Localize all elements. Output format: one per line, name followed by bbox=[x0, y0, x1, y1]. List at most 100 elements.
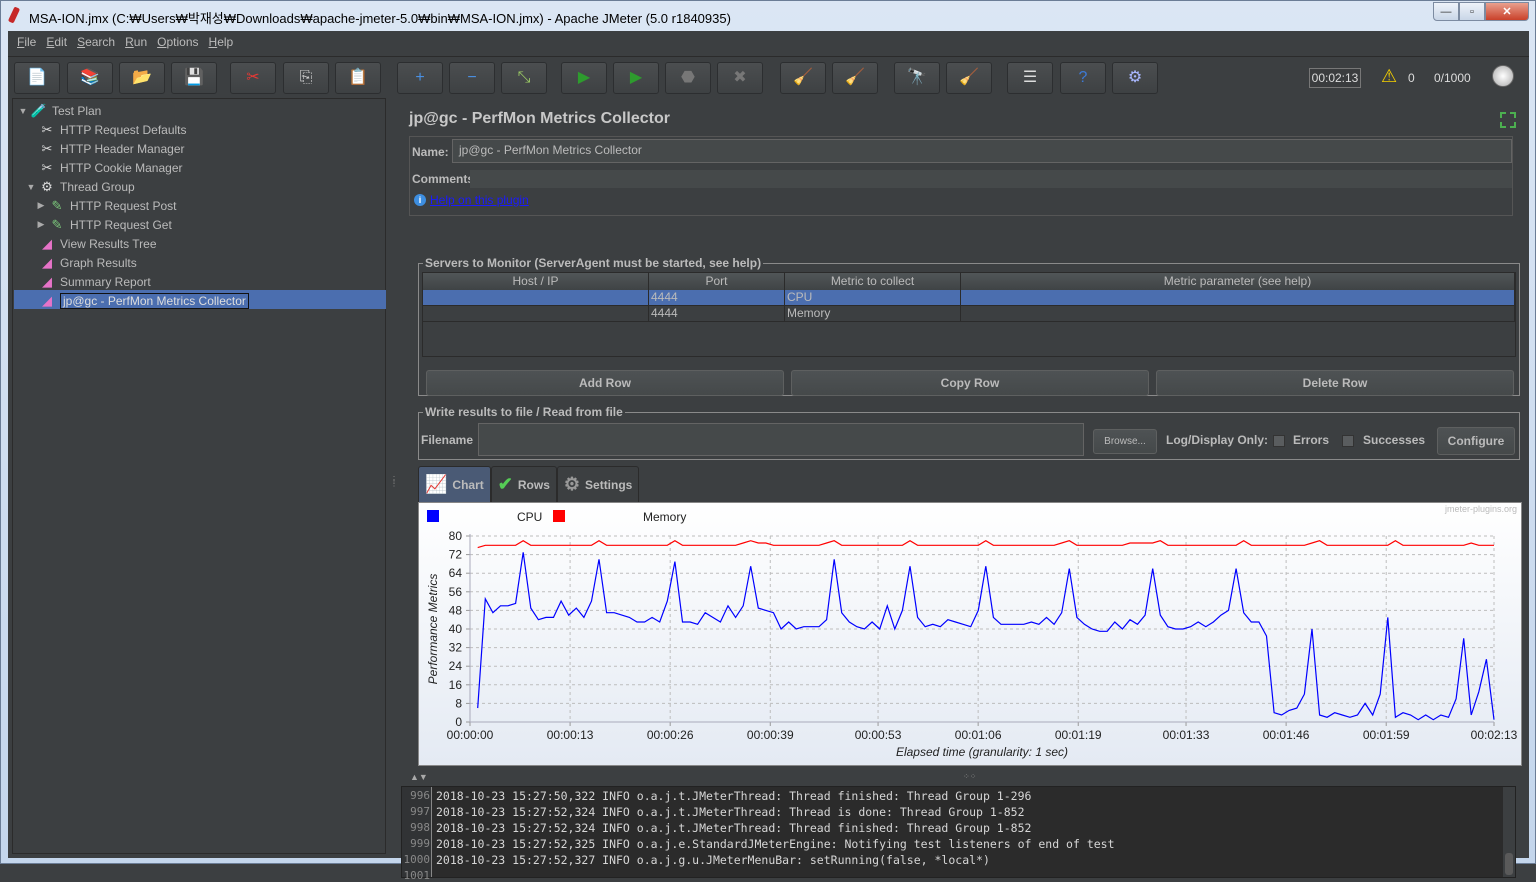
cell-host[interactable] bbox=[423, 290, 649, 305]
expand-arrow-icon[interactable]: ▼ bbox=[25, 182, 37, 192]
column-header[interactable]: Host / IP bbox=[423, 273, 649, 290]
tree-item[interactable]: ▼ ⚙ Thread Group bbox=[25, 177, 135, 196]
cell-param[interactable] bbox=[961, 306, 1515, 321]
paste-button[interactable]: 📋 bbox=[335, 62, 381, 94]
table-row[interactable]: 4444 CPU bbox=[423, 290, 1515, 306]
menu-help[interactable]: Help bbox=[204, 31, 239, 53]
tree-item[interactable]: ◢ Summary Report bbox=[33, 272, 151, 291]
collapsed-arrow-icon[interactable]: ▶ bbox=[35, 200, 47, 211]
y-tick-label: 8 bbox=[455, 696, 462, 710]
column-header[interactable]: Metric parameter (see help) bbox=[961, 273, 1515, 290]
menu-edit[interactable]: Edit bbox=[41, 31, 72, 53]
warning-icon[interactable]: ⚠ bbox=[1381, 66, 1397, 87]
maximize-panel-icon[interactable] bbox=[1500, 112, 1516, 128]
clear-all-button[interactable]: 🧹 bbox=[832, 62, 878, 94]
toggle-button[interactable]: ⤡ bbox=[501, 62, 547, 94]
page-title: jp@gc - PerfMon Metrics Collector bbox=[409, 110, 670, 127]
help-button[interactable]: ? bbox=[1060, 62, 1106, 94]
expand-arrow-icon[interactable]: ▼ bbox=[17, 106, 29, 116]
menu-label: earch bbox=[85, 35, 116, 49]
save-icon: 💾 bbox=[184, 69, 204, 86]
menu-label: ptions bbox=[166, 35, 199, 49]
name-field[interactable]: jp@gc - PerfMon Metrics Collector bbox=[452, 139, 1512, 163]
open-button[interactable]: 📂 bbox=[119, 62, 165, 94]
clear-all-icon: 🧹 bbox=[845, 69, 865, 86]
listener-icon: ◢ bbox=[42, 292, 52, 308]
clear-button[interactable]: 🧹 bbox=[780, 62, 826, 94]
menu-file[interactable]: File bbox=[12, 31, 41, 53]
cell-metric[interactable]: CPU bbox=[785, 290, 961, 305]
minimize-button[interactable]: — bbox=[1433, 2, 1459, 21]
y-tick-label: 32 bbox=[449, 641, 463, 655]
reset-search-button[interactable]: 🧹 bbox=[946, 62, 992, 94]
comments-field[interactable] bbox=[470, 170, 1512, 188]
tree-item[interactable]: ◢ Graph Results bbox=[33, 253, 137, 272]
stop-button[interactable]: ⬣ bbox=[665, 62, 711, 94]
tree-item[interactable]: ▼ 🧪 Test Plan bbox=[17, 101, 102, 120]
cut-button[interactable]: ✂ bbox=[230, 62, 276, 94]
table-row[interactable]: 4444 Memory bbox=[423, 306, 1515, 322]
splitter-grip-icon[interactable]: ⁘⁘ bbox=[963, 772, 976, 781]
menu-options[interactable]: Options bbox=[152, 31, 203, 53]
filename-field[interactable] bbox=[478, 423, 1084, 456]
tab-chart[interactable]: 📈 Chart bbox=[418, 466, 491, 502]
configure-button[interactable]: Configure bbox=[1437, 427, 1515, 455]
column-header[interactable]: Metric to collect bbox=[785, 273, 961, 290]
tree-item[interactable]: ◢ View Results Tree bbox=[33, 234, 157, 253]
search-button[interactable]: 🔭 bbox=[894, 62, 940, 94]
collapse-all-button[interactable]: − bbox=[449, 62, 495, 94]
add-row-button[interactable]: Add Row bbox=[426, 370, 784, 396]
tree-item[interactable]: ✂ HTTP Request Defaults bbox=[33, 120, 187, 139]
log-viewer[interactable]: 996 2018-10-23 15:27:50,322 INFO o.a.j.t.… bbox=[401, 786, 1516, 882]
x-tick-label: 00:00:13 bbox=[547, 728, 594, 742]
tree-item-label: Graph Results bbox=[60, 255, 137, 270]
tab-settings[interactable]: ⚙ Settings bbox=[556, 466, 640, 502]
save-button[interactable]: 💾 bbox=[171, 62, 217, 94]
x-tick-label: 00:01:19 bbox=[1055, 728, 1102, 742]
menu-search[interactable]: Search bbox=[72, 31, 120, 53]
cell-port[interactable]: 4444 bbox=[649, 290, 785, 305]
log-line: 2018-10-23 15:27:52,325 INFO o.a.j.e.Sta… bbox=[436, 837, 1115, 851]
tree-item[interactable]: ◢ jp@gc - PerfMon Metrics Collector bbox=[33, 291, 249, 310]
tree-item[interactable]: ✂ HTTP Cookie Manager bbox=[33, 158, 183, 177]
errors-checkbox[interactable] bbox=[1273, 435, 1285, 447]
help-link[interactable]: Help on this plugin bbox=[430, 193, 529, 207]
menu-run[interactable]: Run bbox=[120, 31, 152, 53]
new-button[interactable]: 📄 bbox=[14, 62, 60, 94]
cell-host[interactable] bbox=[423, 306, 649, 321]
collapsed-arrow-icon[interactable]: ▶ bbox=[35, 219, 47, 230]
y-tick-label: 56 bbox=[449, 585, 463, 599]
tree-splitter[interactable]: ⋮ ⋮ bbox=[388, 98, 398, 854]
help-icon: ? bbox=[1078, 69, 1088, 86]
successes-checkbox[interactable] bbox=[1342, 435, 1354, 447]
copy-button[interactable]: ⎘ bbox=[283, 62, 329, 94]
shutdown-button[interactable]: ✖ bbox=[717, 62, 763, 94]
remote-engines-icon[interactable] bbox=[1492, 65, 1514, 87]
copy-row-button[interactable]: Copy Row bbox=[791, 370, 1149, 396]
delete-row-button[interactable]: Delete Row bbox=[1156, 370, 1514, 396]
tree-item[interactable]: ▶ ✎ HTTP Request Post bbox=[35, 196, 177, 215]
splitter-arrows-icon[interactable]: ▲▼ bbox=[410, 772, 428, 782]
close-button[interactable]: ✕ bbox=[1485, 2, 1529, 21]
tree-item[interactable]: ✂ HTTP Header Manager bbox=[33, 139, 185, 158]
tree-item[interactable]: ▶ ✎ HTTP Request Get bbox=[35, 215, 172, 234]
x-tick-label: 00:00:00 bbox=[447, 728, 494, 742]
tree-item-label: Thread Group bbox=[60, 179, 135, 194]
start-button[interactable]: ▶ bbox=[561, 62, 607, 94]
column-header[interactable]: Port bbox=[649, 273, 785, 290]
cell-metric[interactable]: Memory bbox=[785, 306, 961, 321]
remote-start-button[interactable]: ⚙ bbox=[1112, 62, 1158, 94]
maximize-button[interactable]: ▫ bbox=[1459, 2, 1485, 21]
menu-mnemonic: S bbox=[77, 35, 86, 49]
scrollbar-thumb[interactable] bbox=[1505, 853, 1513, 875]
browse-button[interactable]: Browse... bbox=[1093, 429, 1157, 454]
cell-param[interactable] bbox=[961, 290, 1515, 305]
function-helper-button[interactable]: ☰ bbox=[1007, 62, 1053, 94]
expand-all-button[interactable]: + bbox=[397, 62, 443, 94]
start-no-pauses-button[interactable]: ▶ bbox=[613, 62, 659, 94]
cell-port[interactable]: 4444 bbox=[649, 306, 785, 321]
templates-button[interactable]: 📚 bbox=[67, 62, 113, 94]
log-splitter[interactable]: ▲▼ ⁘⁘ bbox=[398, 772, 1524, 784]
y-axis-label: Performance Metrics bbox=[426, 574, 440, 685]
tab-rows[interactable]: ✔ Rows bbox=[490, 466, 557, 502]
